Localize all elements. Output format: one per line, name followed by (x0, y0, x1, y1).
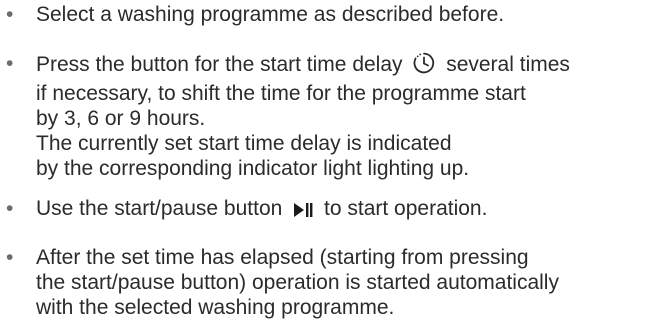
bullet: • (6, 52, 14, 75)
text-line: After the set time has elapsed (starting… (36, 246, 529, 269)
clock-icon (412, 51, 436, 81)
list-item: • Use the start/pause button to start op… (0, 196, 652, 225)
text-fragment: Use the start/pause button (36, 197, 283, 220)
text-fragment: several times (446, 53, 570, 76)
bullet: • (6, 246, 14, 269)
play-pause-icon (292, 200, 314, 225)
step-text: After the set time has elapsed (starting… (36, 245, 652, 320)
text-line: Select a washing programme as described … (36, 3, 505, 26)
bullet: • (6, 197, 14, 220)
text-line: by the corresponding indicator light lig… (36, 157, 470, 180)
list-item: • Select a washing programme as describe… (0, 2, 652, 27)
list-item: • After the set time has elapsed (starti… (0, 245, 652, 320)
text-line: Press the button for the start time dela… (36, 51, 652, 81)
bullet: • (6, 3, 14, 26)
instruction-list: • Select a washing programme as describe… (0, 0, 656, 334)
text-line: if necessary, to shift the time for the … (36, 82, 526, 105)
list-item: • Press the button for the start time de… (0, 51, 652, 181)
text-fragment: to start operation. (324, 197, 488, 220)
text-line: by 3, 6 or 9 hours. (36, 107, 206, 130)
step-text: Select a washing programme as described … (36, 2, 652, 27)
text-line: The currently set start time delay is in… (36, 132, 452, 155)
text-line: with the selected washing programme. (36, 296, 395, 319)
step-text: Use the start/pause button to start oper… (36, 196, 652, 225)
text-line: Use the start/pause button to start oper… (36, 196, 652, 225)
text-fragment: Press the button for the start time dela… (36, 53, 403, 76)
step-text: Press the button for the start time dela… (36, 51, 652, 181)
text-line: the start/pause button) operation is sta… (36, 271, 559, 294)
